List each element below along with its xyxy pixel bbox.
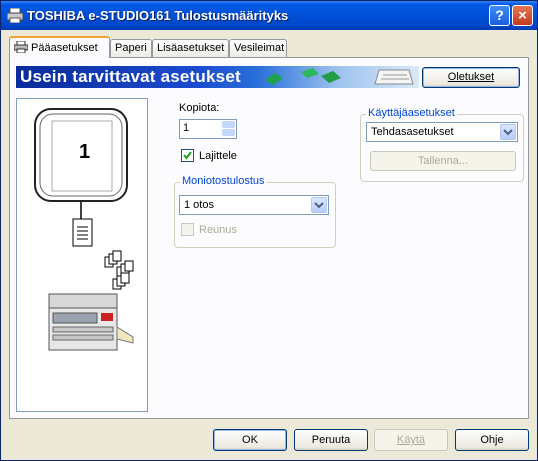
decrement-arrow-icon[interactable] xyxy=(222,129,235,136)
save-settings-label: Tallenna... xyxy=(417,155,469,167)
multiup-group-title: Moniotostulostus xyxy=(180,175,267,187)
printer-icon xyxy=(7,8,23,23)
cancel-button-label: Peruuta xyxy=(311,434,351,446)
tab-paper[interactable]: Paperi xyxy=(110,39,152,57)
user-settings-group-title: Käyttäjäasetukset xyxy=(366,107,457,119)
border-checkbox[interactable] xyxy=(181,223,194,236)
multiup-select[interactable]: 1 otos xyxy=(179,195,329,215)
dropdown-button[interactable] xyxy=(311,197,327,213)
ok-button-label: OK xyxy=(242,434,258,446)
title-bar[interactable]: TOSHIBA e-STUDIO161 Tulostusmäärityks ? … xyxy=(1,1,537,30)
tab-label: Vesileimat xyxy=(234,42,285,54)
dropdown-button[interactable] xyxy=(500,124,516,140)
multiup-group xyxy=(174,182,336,248)
collate-label: Lajittele xyxy=(199,150,237,162)
user-settings-selected: Tehdasasetukset xyxy=(371,126,454,138)
chevron-down-icon xyxy=(314,202,324,209)
cancel-button[interactable]: Peruuta xyxy=(294,429,368,451)
close-button[interactable]: × xyxy=(512,5,533,26)
banner-decoration-icon xyxy=(265,68,414,85)
tab-label: Pääasetukset xyxy=(31,42,98,54)
defaults-button[interactable]: Oletukset xyxy=(422,67,520,88)
banner: Usein tarvittavat asetukset xyxy=(16,66,419,88)
tab-label: Lisäasetukset xyxy=(157,42,225,54)
window-title: TOSHIBA e-STUDIO161 Tulostusmäärityks xyxy=(27,8,289,23)
save-settings-button[interactable]: Tallenna... xyxy=(370,151,516,171)
tab-main-settings[interactable]: Pääasetukset xyxy=(9,36,110,58)
printer-icon xyxy=(14,41,28,53)
apply-button-label: Käytä xyxy=(396,434,426,446)
main-settings-panel: Usein tarvittavat asetukset Oletukset 1 … xyxy=(9,57,529,419)
apply-button[interactable]: Käytä xyxy=(374,429,448,451)
copies-stepper[interactable]: 1 xyxy=(179,119,237,139)
print-preview: 1 xyxy=(16,98,148,412)
help-button[interactable]: Ohje xyxy=(455,429,529,451)
tab-advanced[interactable]: Lisäasetukset xyxy=(152,39,229,57)
tab-label: Paperi xyxy=(115,42,147,54)
tab-watermarks[interactable]: Vesileimat xyxy=(229,39,287,57)
defaults-button-label: Oletukset xyxy=(447,71,495,83)
multiup-selected: 1 otos xyxy=(184,199,214,211)
banner-title: Usein tarvittavat asetukset xyxy=(20,67,241,86)
copies-label: Kopiota: xyxy=(179,102,219,114)
copies-label-text: Kopiota: xyxy=(179,102,220,114)
help-button-label: Ohje xyxy=(480,434,504,446)
collate-checkbox[interactable] xyxy=(181,149,194,162)
copies-value: 1 xyxy=(183,122,190,134)
ok-button[interactable]: OK xyxy=(213,429,287,451)
spin-arrows[interactable] xyxy=(222,121,235,137)
chevron-down-icon xyxy=(503,129,513,136)
increment-arrow-icon[interactable] xyxy=(222,121,235,128)
printer-preferences-dialog: TOSHIBA e-STUDIO161 Tulostusmäärityks ? … xyxy=(0,0,538,461)
user-settings-select[interactable]: Tehdasasetukset xyxy=(366,122,518,142)
checkmark-icon xyxy=(183,151,192,160)
border-label: Reunus xyxy=(199,224,237,236)
preview-page-number: 1 xyxy=(79,141,91,163)
help-title-button[interactable]: ? xyxy=(489,5,510,26)
